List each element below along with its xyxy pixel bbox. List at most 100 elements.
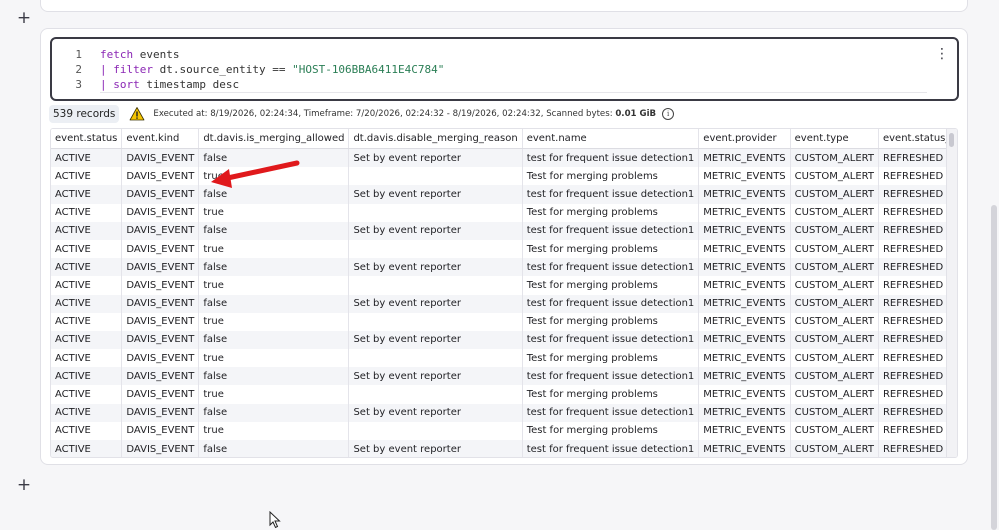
table-row[interactable]: ACTIVE DAVIS_EVENT false Set by event repor…	[51, 367, 957, 386]
table-cell	[348, 276, 523, 295]
table-cell: DAVIS_EVENT	[121, 239, 200, 259]
column-header[interactable]: event.kind	[121, 129, 200, 149]
table-cell: Test for merging problems	[522, 203, 700, 222]
table-cell: Set by event reporter	[348, 330, 523, 350]
table-cell: false	[198, 330, 350, 350]
table-cell: METRIC_EVENTS	[698, 367, 791, 386]
table-cell: Set by event reporter	[348, 148, 523, 168]
page-scrollbar[interactable]	[991, 205, 997, 530]
line-number: 3	[75, 78, 82, 91]
table-cell: ACTIVE	[51, 367, 123, 386]
column-header[interactable]: event.provider	[698, 129, 791, 149]
table-row[interactable]: ACTIVE DAVIS_EVENT true Test for merging pr…	[51, 349, 957, 368]
line-number: 1	[75, 48, 82, 61]
table-cell: CUSTOM_ALERT	[790, 203, 879, 222]
dql-editor[interactable]: 1 2 3 fetch events | filter dt.source_en…	[50, 37, 959, 101]
table-cell: METRIC_EVENTS	[698, 185, 791, 204]
table-cell: ACTIVE	[51, 276, 123, 295]
table-cell: METRIC_EVENTS	[698, 349, 791, 368]
table-cell: CUSTOM_ALERT	[790, 239, 879, 259]
table-cell: CUSTOM_ALERT	[790, 330, 879, 350]
table-cell: test for frequent issue detection1	[522, 185, 700, 204]
column-header[interactable]: event.status	[51, 129, 123, 149]
column-header[interactable]: dt.davis.is_merging_allowed	[198, 129, 350, 149]
table-cell: DAVIS_EVENT	[121, 367, 200, 386]
table-row[interactable]: ACTIVE DAVIS_EVENT true Test for merging pr…	[51, 203, 957, 222]
table-cell: CUSTOM_ALERT	[790, 258, 879, 277]
table-vertical-scrollbar[interactable]	[946, 129, 957, 457]
table-row[interactable]: ACTIVE DAVIS_EVENT false Set by event repor…	[51, 185, 957, 204]
table-cell: CUSTOM_ALERT	[790, 276, 879, 295]
table-row[interactable]: ACTIVE DAVIS_EVENT true Test for merging pr…	[51, 239, 957, 259]
table-row[interactable]: ACTIVE DAVIS_EVENT true Test for merging pr…	[51, 312, 957, 331]
keyword-token: fetch	[100, 48, 134, 61]
table-row[interactable]: ACTIVE DAVIS_EVENT true Test for merging pr…	[51, 421, 957, 440]
table-cell: true	[198, 276, 350, 295]
table-cell: METRIC_EVENTS	[698, 203, 791, 222]
table-cell: ACTIVE	[51, 167, 123, 186]
table-cell: METRIC_EVENTS	[698, 330, 791, 350]
table-cell: CUSTOM_ALERT	[790, 440, 879, 457]
table-cell: DAVIS_EVENT	[121, 148, 200, 168]
table-cell: false	[198, 403, 350, 422]
table-row[interactable]: ACTIVE DAVIS_EVENT false Set by event repor…	[51, 330, 957, 350]
table-cell	[348, 203, 523, 222]
table-cell: false	[198, 258, 350, 277]
warning-icon[interactable]	[129, 106, 145, 122]
table-row[interactable]: ACTIVE DAVIS_EVENT false Set by event repor…	[51, 148, 957, 168]
table-cell: DAVIS_EVENT	[121, 349, 200, 368]
column-header[interactable]: event.name	[522, 129, 700, 149]
table-cell: METRIC_EVENTS	[698, 294, 791, 313]
table-cell: ACTIVE	[51, 440, 123, 457]
table-cell: true	[198, 349, 350, 368]
query-status-bar: 539 records Executed at: 8/19/2026, 02:2…	[49, 104, 675, 124]
table-cell: false	[198, 367, 350, 386]
pipe-token: |	[100, 78, 114, 91]
column-header[interactable]: event.type	[790, 129, 879, 149]
add-section-button-top[interactable]: +	[16, 10, 32, 27]
table-cell: test for frequent issue detection1	[522, 294, 700, 313]
info-icon[interactable]: i	[662, 108, 675, 120]
execution-info: Executed at: 8/19/2026, 02:24:34, Timefr…	[153, 109, 656, 119]
table-cell: ACTIVE	[51, 421, 123, 440]
column-header[interactable]: dt.davis.disable_merging_reason	[348, 129, 523, 149]
table-cell: Set by event reporter	[348, 403, 523, 422]
table-cell: ACTIVE	[51, 312, 123, 331]
table-cell: Test for merging problems	[522, 349, 700, 368]
keyword-token: sort	[113, 78, 140, 91]
table-row[interactable]: ACTIVE DAVIS_EVENT false Set by event repor…	[51, 440, 957, 457]
table-cell: DAVIS_EVENT	[121, 440, 200, 457]
editor-underline	[100, 92, 927, 93]
table-scroll-thumb[interactable]	[949, 133, 954, 147]
table-row[interactable]: ACTIVE DAVIS_EVENT false Set by event repor…	[51, 294, 957, 313]
line-number: 2	[75, 63, 82, 76]
table-cell: ACTIVE	[51, 148, 123, 168]
table-row[interactable]: ACTIVE DAVIS_EVENT true Test for merging pr…	[51, 167, 957, 186]
table-cell: false	[198, 294, 350, 313]
table-cell: DAVIS_EVENT	[121, 294, 200, 313]
section-menu-button[interactable]: ⋮	[935, 47, 949, 61]
table-row[interactable]: ACTIVE DAVIS_EVENT false Set by event repor…	[51, 258, 957, 277]
table-cell: Set by event reporter	[348, 258, 523, 277]
table-cell: test for frequent issue detection1	[522, 258, 700, 277]
code-area[interactable]: fetch events | filter dt.source_entity =…	[100, 47, 444, 92]
table-cell: CUSTOM_ALERT	[790, 385, 879, 404]
table-row[interactable]: ACTIVE DAVIS_EVENT true Test for merging pr…	[51, 385, 957, 404]
execution-info-text: Executed at: 8/19/2026, 02:24:34, Timefr…	[153, 109, 616, 119]
table-row[interactable]: ACTIVE DAVIS_EVENT false Set by event repor…	[51, 221, 957, 240]
table-cell: METRIC_EVENTS	[698, 421, 791, 440]
table-row[interactable]: ACTIVE DAVIS_EVENT false Set by event repor…	[51, 403, 957, 422]
table-cell: CUSTOM_ALERT	[790, 185, 879, 204]
table-cell: true	[198, 385, 350, 404]
table-cell: true	[198, 203, 350, 222]
table-cell: ACTIVE	[51, 185, 123, 204]
pipe-token: |	[100, 63, 114, 76]
table-row[interactable]: ACTIVE DAVIS_EVENT true Test for merging pr…	[51, 276, 957, 295]
table-cell: METRIC_EVENTS	[698, 385, 791, 404]
table-cell: Test for merging problems	[522, 167, 700, 186]
table-cell: ACTIVE	[51, 385, 123, 404]
table-cell: CUSTOM_ALERT	[790, 312, 879, 331]
table-cell: DAVIS_EVENT	[121, 421, 200, 440]
table-cell	[348, 421, 523, 440]
add-section-button-bottom[interactable]: +	[16, 477, 32, 494]
